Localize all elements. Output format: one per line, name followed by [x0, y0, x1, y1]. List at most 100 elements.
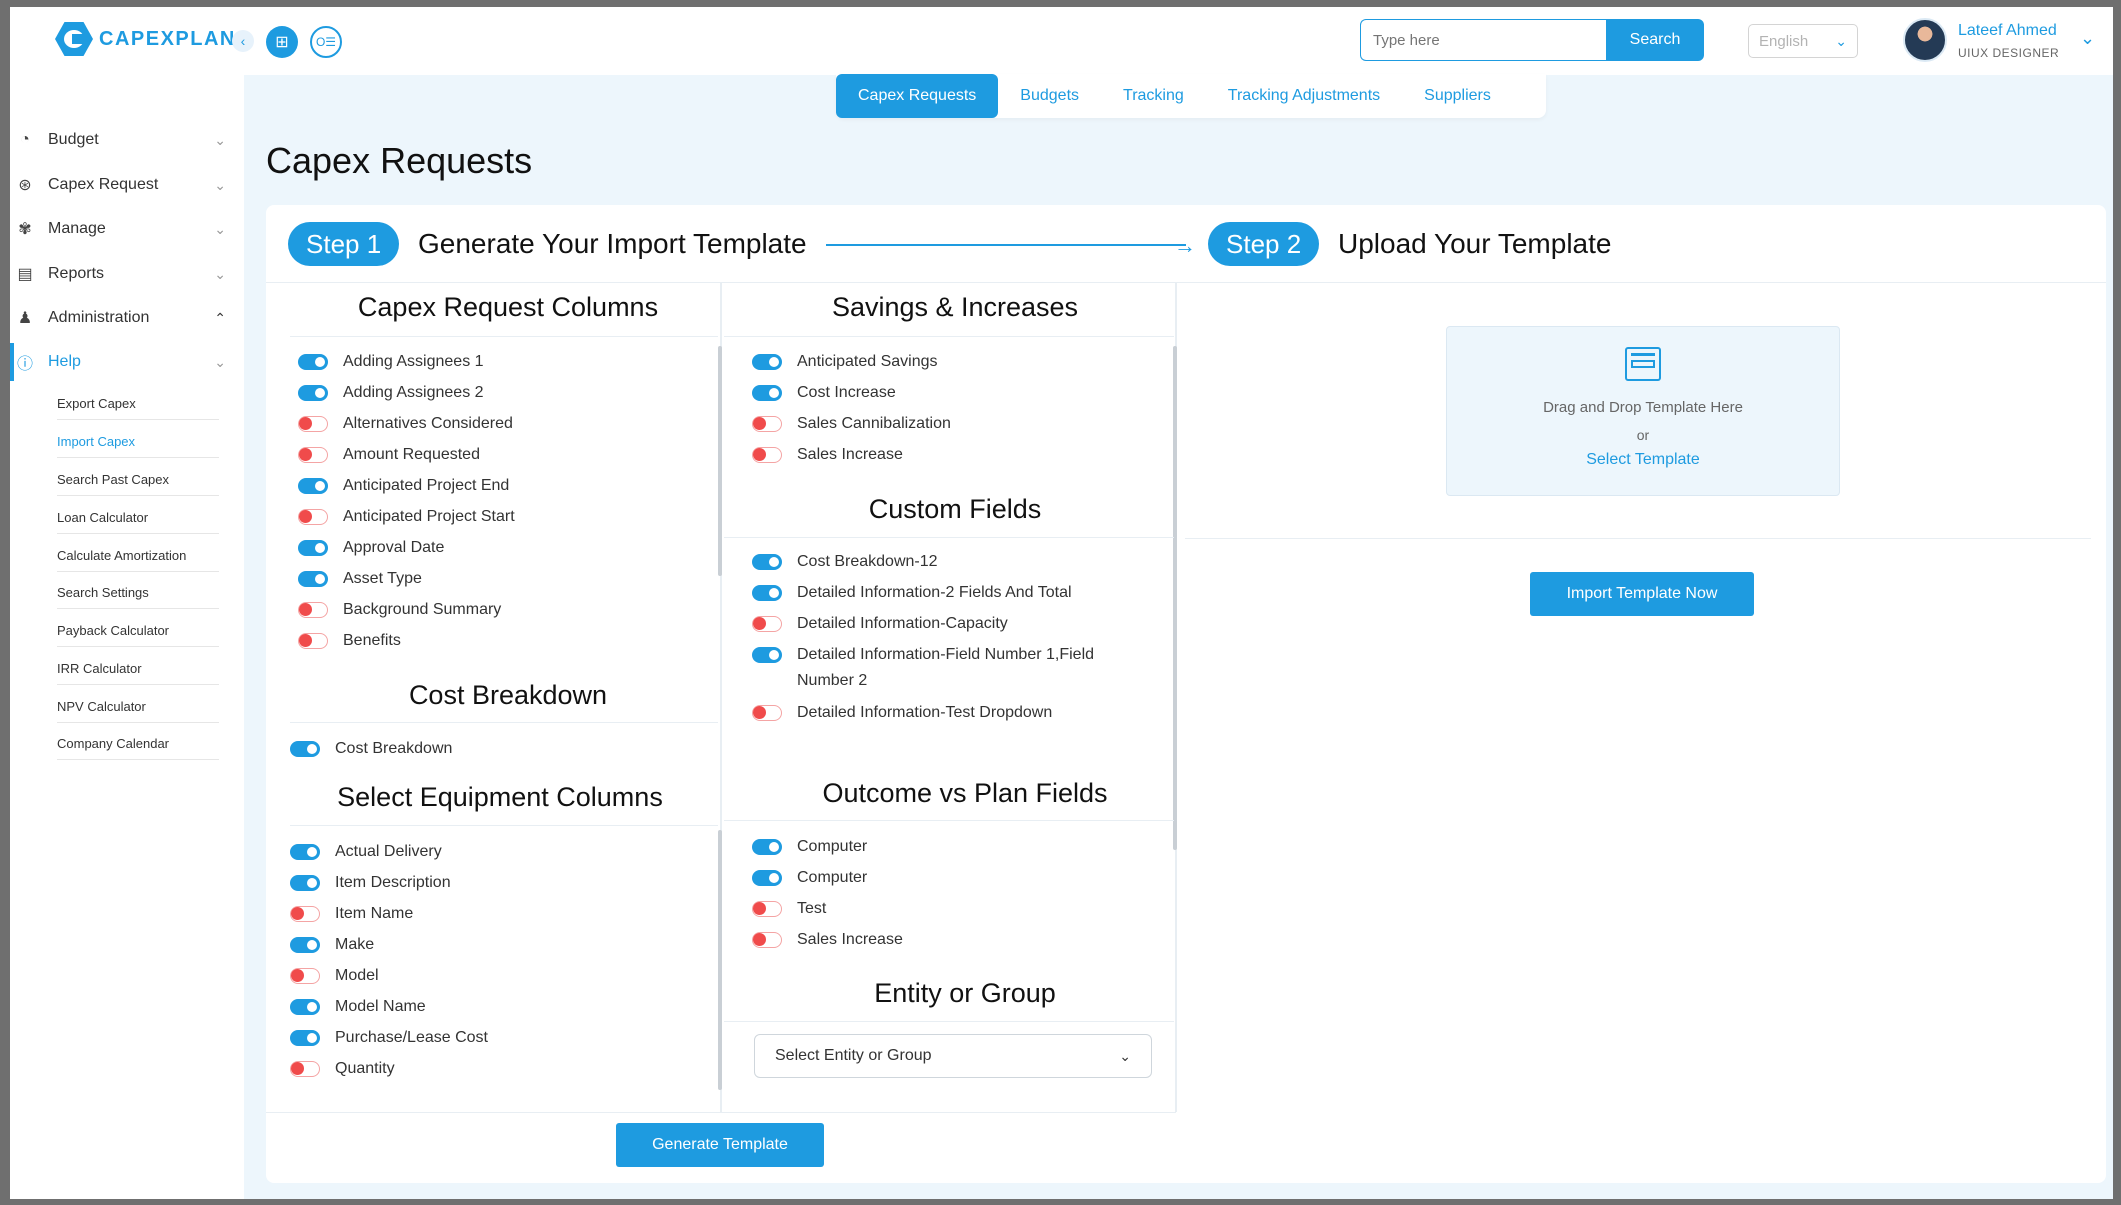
- sidebar-item-reports[interactable]: ▤ Reports ⌄: [14, 256, 236, 292]
- sidebar-subitem-npv-calculator[interactable]: NPV Calculator: [57, 699, 219, 723]
- toggle-option[interactable]: Benefits: [298, 628, 678, 654]
- toggle-option[interactable]: Computer: [752, 834, 1132, 860]
- toggle-off[interactable]: [290, 906, 320, 922]
- toggle-on[interactable]: [752, 870, 782, 886]
- toggle-option[interactable]: Detailed Information-Capacity: [752, 611, 1132, 637]
- toggle-on[interactable]: [290, 937, 320, 953]
- sidebar-item-budget[interactable]: ◔ Budget ⌄: [14, 122, 236, 158]
- toggle-option[interactable]: Item Name: [290, 901, 670, 927]
- import-template-button[interactable]: Import Template Now: [1530, 572, 1754, 616]
- toggle-off[interactable]: [290, 968, 320, 984]
- user-menu-chevron-icon[interactable]: ⌄: [2080, 28, 2095, 49]
- toggle-option[interactable]: Cost Breakdown-12: [752, 549, 1132, 575]
- tab-tracking[interactable]: Tracking: [1101, 74, 1206, 118]
- toggle-on[interactable]: [298, 354, 328, 370]
- toggle-on[interactable]: [752, 585, 782, 601]
- toggle-option[interactable]: Detailed Information-Field Number 1,Fiel…: [752, 642, 1132, 694]
- toggle-on[interactable]: [752, 839, 782, 855]
- entity-select[interactable]: Select Entity or Group ⌄: [754, 1034, 1152, 1078]
- sidebar-subitem-import-capex[interactable]: Import Capex: [57, 434, 219, 458]
- toggle-option[interactable]: Adding Assignees 1: [298, 349, 678, 375]
- tab-capex-requests[interactable]: Capex Requests: [836, 74, 999, 118]
- toggle-off[interactable]: [298, 447, 328, 463]
- sidebar-subitem-search-past-capex[interactable]: Search Past Capex: [57, 472, 219, 496]
- toggle-option[interactable]: Model: [290, 963, 670, 989]
- toggle-on[interactable]: [752, 385, 782, 401]
- toggle-option[interactable]: Purchase/Lease Cost: [290, 1025, 670, 1051]
- toggle-off[interactable]: [298, 633, 328, 649]
- toggle-option[interactable]: Quantity: [290, 1056, 670, 1082]
- toggle-on[interactable]: [752, 554, 782, 570]
- toggle-option[interactable]: Adding Assignees 2: [298, 380, 678, 406]
- toggle-on[interactable]: [298, 385, 328, 401]
- toggle-off[interactable]: [752, 447, 782, 463]
- tab-tracking-adjustments[interactable]: Tracking Adjustments: [1206, 74, 1402, 118]
- sidebar-subitem-search-settings[interactable]: Search Settings: [57, 585, 219, 609]
- template-drop-zone[interactable]: Drag and Drop Template Here or Select Te…: [1446, 326, 1840, 496]
- toggle-off[interactable]: [752, 616, 782, 632]
- sidebar-subitem-calculate-amortization[interactable]: Calculate Amortization: [57, 548, 219, 572]
- toggle-off[interactable]: [752, 416, 782, 432]
- sidebar-subitem-loan-calculator[interactable]: Loan Calculator: [57, 510, 219, 534]
- toggle-option[interactable]: Cost Breakdown: [290, 736, 670, 762]
- toggle-off[interactable]: [298, 602, 328, 618]
- toggle-option[interactable]: Make: [290, 932, 670, 958]
- toggle-option[interactable]: Sales Cannibalization: [752, 411, 1132, 437]
- toggle-option[interactable]: Amount Requested: [298, 442, 678, 468]
- toggle-option[interactable]: Asset Type: [298, 566, 678, 592]
- toggle-on[interactable]: [290, 741, 320, 757]
- sidebar-item-capex-request[interactable]: ⊛ Capex Request ⌄: [14, 167, 236, 203]
- toggle-off[interactable]: [752, 705, 782, 721]
- toggle-option[interactable]: Test: [752, 896, 1132, 922]
- sidebar-subitem-payback-calculator[interactable]: Payback Calculator: [57, 623, 219, 647]
- column1-scrollbar-bottom[interactable]: [718, 830, 722, 1090]
- select-template-link[interactable]: Select Template: [1447, 451, 1839, 469]
- toggle-option[interactable]: Anticipated Project End: [298, 473, 678, 499]
- toggle-on[interactable]: [290, 875, 320, 891]
- toggle-on[interactable]: [298, 571, 328, 587]
- sidebar-item-administration[interactable]: ♟ Administration ⌃: [14, 300, 236, 336]
- tab-suppliers[interactable]: Suppliers: [1402, 74, 1513, 118]
- sidebar-item-manage[interactable]: ✾ Manage ⌄: [14, 211, 236, 247]
- app-logo[interactable]: CAPEXPLAN: [55, 22, 236, 56]
- toggle-on[interactable]: [290, 1030, 320, 1046]
- toggle-option[interactable]: Anticipated Project Start: [298, 504, 678, 530]
- toggle-option[interactable]: Computer: [752, 865, 1132, 891]
- toggle-off[interactable]: [752, 901, 782, 917]
- toggle-option[interactable]: Background Summary: [298, 597, 678, 623]
- toggle-option[interactable]: Anticipated Savings: [752, 349, 1132, 375]
- toggle-option[interactable]: Sales Increase: [752, 927, 1132, 953]
- generate-template-button[interactable]: Generate Template: [616, 1123, 824, 1167]
- toggle-on[interactable]: [752, 354, 782, 370]
- toggle-option[interactable]: Alternatives Considered: [298, 411, 678, 437]
- column2-scrollbar[interactable]: [1173, 346, 1177, 850]
- list-view-button[interactable]: O☰: [310, 26, 342, 58]
- collapse-sidebar-button[interactable]: ‹: [232, 30, 254, 52]
- toggle-off[interactable]: [298, 416, 328, 432]
- toggle-on[interactable]: [290, 999, 320, 1015]
- toggle-off[interactable]: [290, 1061, 320, 1077]
- toggle-off[interactable]: [298, 509, 328, 525]
- toggle-option[interactable]: Cost Increase: [752, 380, 1132, 406]
- column1-scrollbar-top[interactable]: [718, 346, 722, 576]
- sidebar-subitem-export-capex[interactable]: Export Capex: [57, 396, 219, 420]
- sidebar-subitem-company-calendar[interactable]: Company Calendar: [57, 736, 219, 760]
- tab-budgets[interactable]: Budgets: [998, 74, 1101, 118]
- language-select[interactable]: English ⌄: [1748, 24, 1858, 58]
- toggle-option[interactable]: Detailed Information-Test Dropdown: [752, 700, 1132, 726]
- search-input[interactable]: [1360, 19, 1606, 61]
- sidebar-subitem-irr-calculator[interactable]: IRR Calculator: [57, 661, 219, 685]
- toggle-on[interactable]: [752, 647, 782, 663]
- toggle-option[interactable]: Model Name: [290, 994, 670, 1020]
- toggle-on[interactable]: [298, 478, 328, 494]
- toggle-option[interactable]: Detailed Information-2 Fields And Total: [752, 580, 1132, 606]
- toggle-option[interactable]: Item Description: [290, 870, 670, 896]
- grid-view-button[interactable]: ⊞: [266, 26, 298, 58]
- avatar[interactable]: [1903, 18, 1947, 62]
- toggle-off[interactable]: [752, 932, 782, 948]
- sidebar-item-help[interactable]: ⓘ Help ⌄: [14, 344, 236, 380]
- toggle-option[interactable]: Sales Increase: [752, 442, 1132, 468]
- search-button[interactable]: Search: [1606, 19, 1704, 61]
- toggle-on[interactable]: [298, 540, 328, 556]
- toggle-on[interactable]: [290, 844, 320, 860]
